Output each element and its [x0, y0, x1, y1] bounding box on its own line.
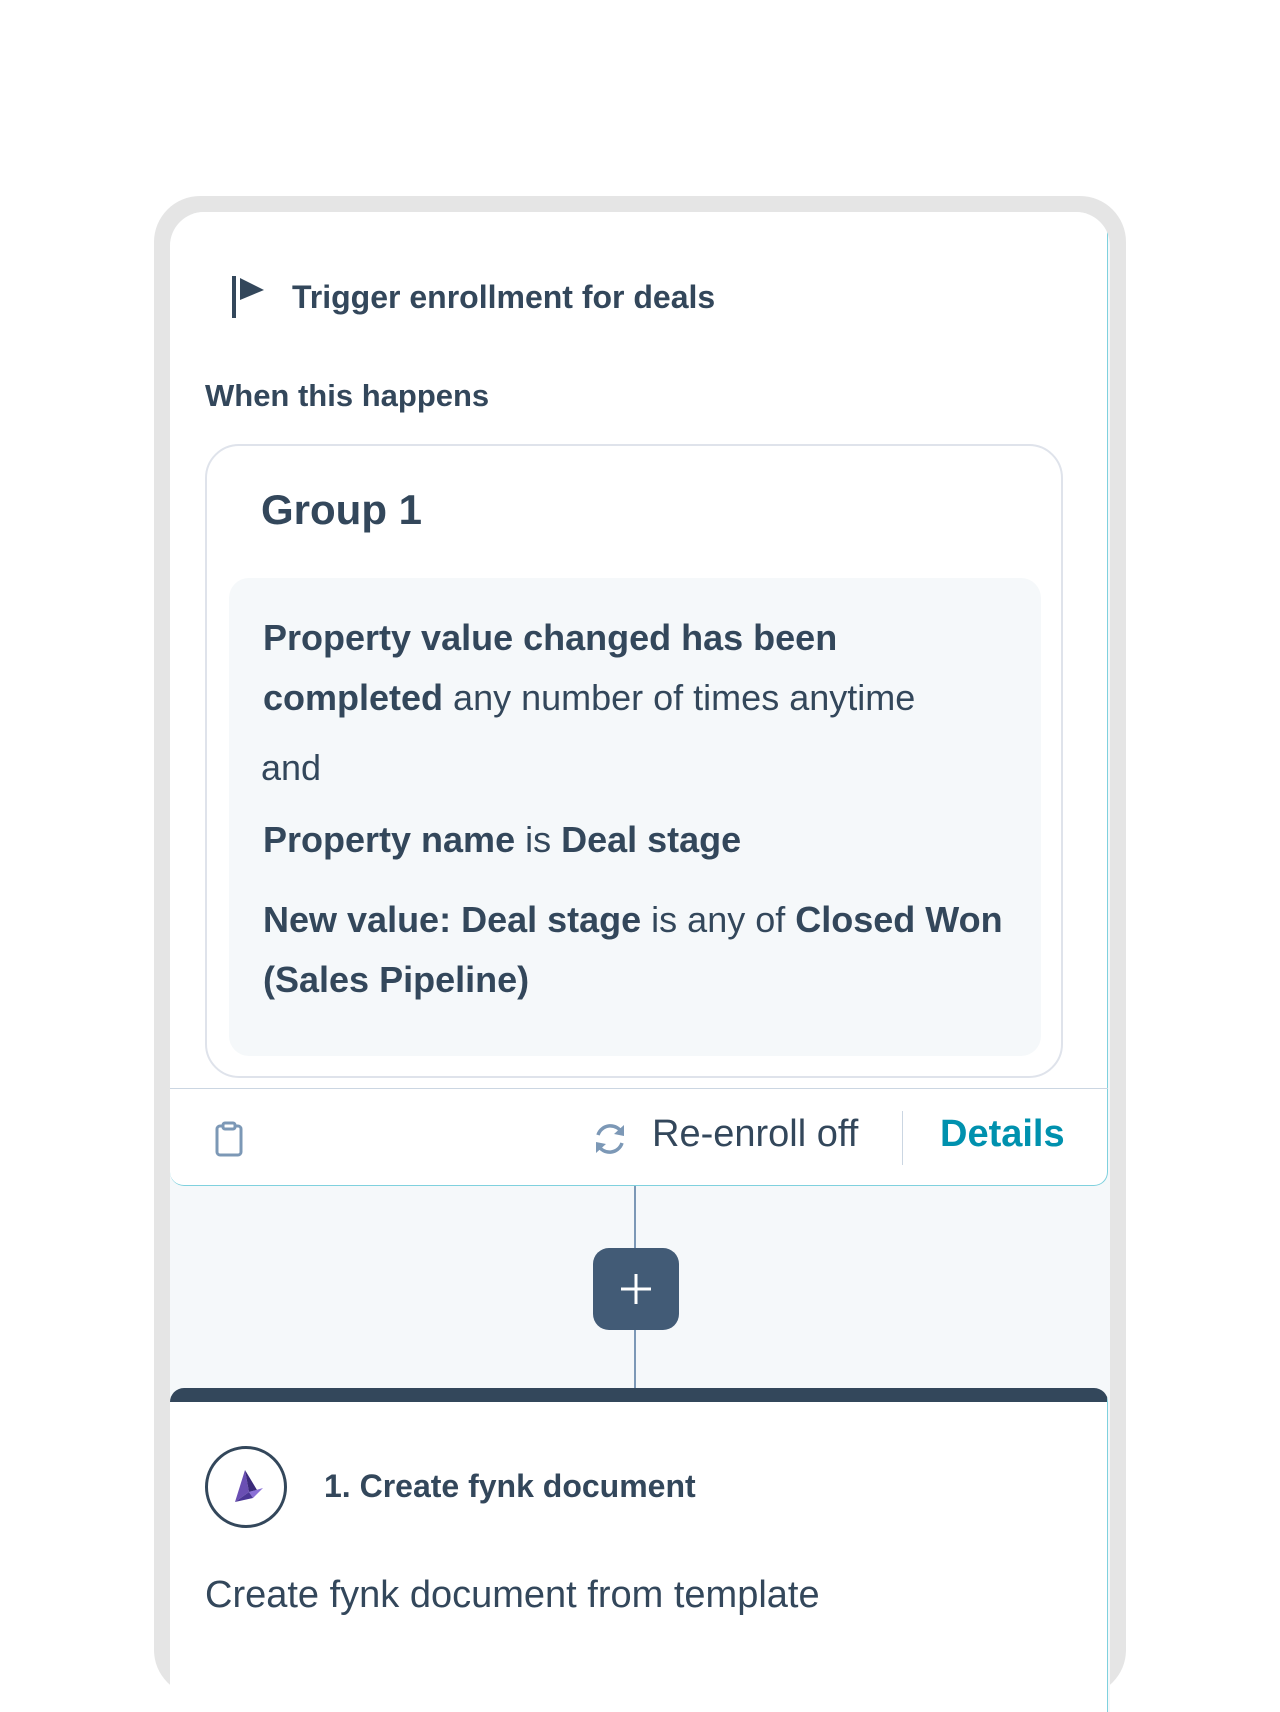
connector-line-top: [634, 1186, 636, 1248]
condition-1-text: any number of times anytime: [443, 677, 916, 718]
condition-box: Property value changed has been complete…: [229, 578, 1041, 1056]
condition-1: Property value changed has been complete…: [263, 608, 1023, 728]
clipboard-icon[interactable]: [214, 1121, 244, 1157]
condition-2-text: is: [515, 819, 562, 860]
condition-3: New value: Deal stage is any of Closed W…: [263, 890, 1023, 1010]
fynk-logo-icon: [205, 1446, 287, 1528]
condition-3-bold: New value: Deal stage: [263, 899, 642, 940]
condition-group[interactable]: Group 1 Property value changed has been …: [205, 444, 1063, 1078]
footer-divider: [902, 1111, 903, 1165]
action-card[interactable]: 1. Create fynk document Create fynk docu…: [170, 1388, 1108, 1712]
flag-icon: [230, 274, 266, 320]
plus-icon: [621, 1274, 651, 1304]
connector-line-bottom: [634, 1330, 636, 1388]
group-title: Group 1: [261, 486, 423, 533]
when-label: When this happens: [205, 378, 490, 413]
details-link[interactable]: Details: [940, 1113, 1065, 1156]
trigger-header: Trigger enrollment for deals: [230, 274, 715, 320]
trigger-card[interactable]: Trigger enrollment for deals When this h…: [170, 212, 1108, 1186]
refresh-icon: [590, 1119, 630, 1159]
action-description: Create fynk document from template: [205, 1574, 820, 1616]
condition-3-text: is any of: [641, 899, 796, 940]
condition-2-bold: Property name: [263, 819, 516, 860]
workflow-canvas: Trigger enrollment for deals When this h…: [170, 212, 1110, 1712]
add-action-button[interactable]: [593, 1248, 679, 1330]
trigger-footer: Re-enroll off Details: [170, 1088, 1108, 1186]
action-title: 1. Create fynk document: [324, 1468, 696, 1504]
condition-2: Property name is Deal stage: [263, 810, 1023, 870]
trigger-title: Trigger enrollment for deals: [292, 278, 716, 315]
reenroll-status[interactable]: Re-enroll off: [652, 1113, 858, 1156]
condition-and: and: [261, 747, 322, 788]
condition-2-value: Deal stage: [561, 819, 742, 860]
